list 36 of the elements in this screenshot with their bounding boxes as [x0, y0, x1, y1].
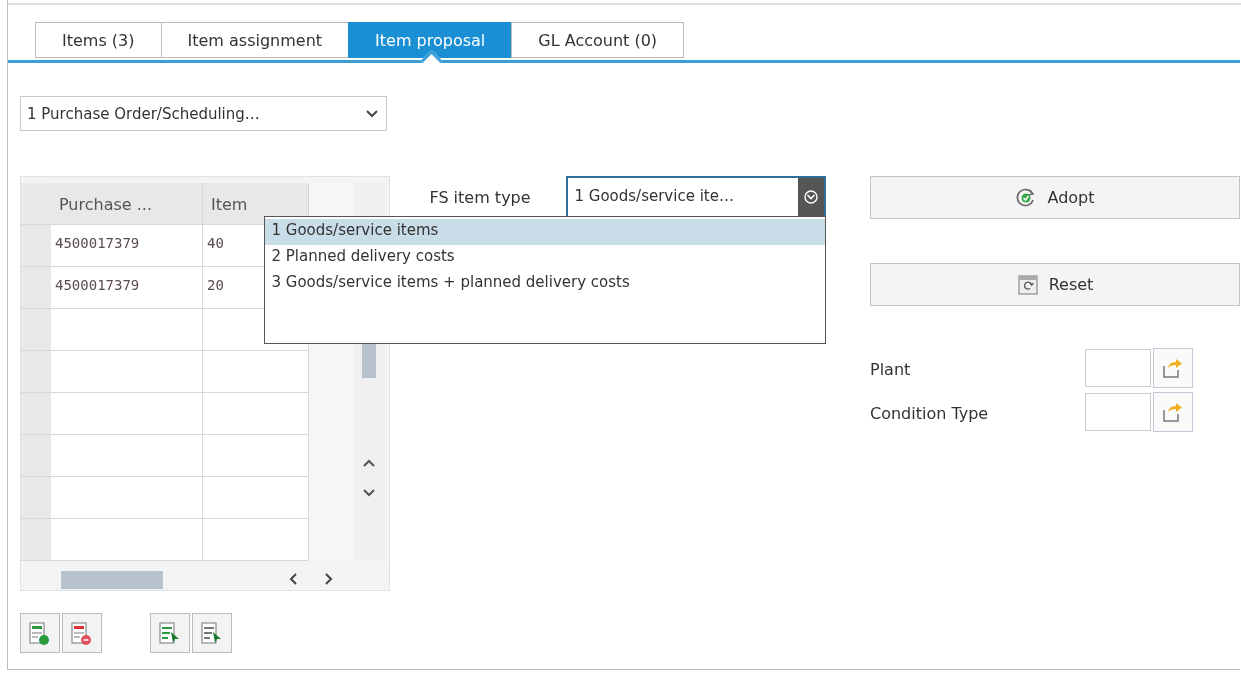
document-type-dropdown[interactable]: 1 Purchase Order/Scheduling… — [20, 96, 387, 131]
field-label: Plant — [870, 359, 912, 381]
table-row-plus-icon — [28, 620, 52, 646]
action-button[interactable]: Reset — [870, 263, 1240, 306]
scroll-left-icon[interactable] — [289, 573, 299, 585]
scroll-down-icon[interactable] — [362, 488, 376, 498]
value-help-button[interactable] — [1153, 348, 1193, 388]
dropdown-button[interactable] — [798, 178, 825, 216]
select-all-button[interactable] — [150, 613, 190, 653]
item-type-combobox[interactable]: 1 Goods/service ite… — [566, 176, 827, 218]
box-arrow-icon — [1161, 356, 1185, 380]
tab[interactable]: Item proposal — [348, 22, 512, 58]
insert-row-button[interactable] — [20, 613, 60, 653]
tab[interactable]: Item assignment — [160, 22, 349, 58]
box-arrow-icon — [1161, 400, 1185, 424]
column-header[interactable]: Purchase ... — [51, 183, 203, 225]
input-field[interactable] — [1085, 393, 1151, 431]
chevron-down-icon — [366, 109, 378, 118]
value-help-button[interactable] — [1153, 392, 1193, 432]
dropdown-option[interactable]: 1 Goods/service items — [265, 219, 826, 245]
field-label: FS item type — [428, 187, 532, 207]
table-cell: 4500017379 — [51, 225, 203, 267]
delete-row-button[interactable] — [62, 613, 102, 653]
action-button[interactable]: Adopt — [870, 176, 1240, 219]
tab[interactable]: GL Account (0) — [511, 22, 685, 58]
scroll-thumb[interactable] — [61, 571, 163, 589]
table-row-minus-icon — [70, 620, 94, 646]
table-cell: 4500017379 — [51, 267, 203, 309]
scroll-right-icon[interactable] — [323, 573, 333, 585]
tab[interactable]: Items (3) — [35, 22, 161, 58]
chevron-down-icon — [804, 190, 819, 204]
field-label: Condition Type — [870, 403, 990, 425]
input-field[interactable] — [1085, 349, 1151, 387]
scroll-up-icon[interactable] — [362, 458, 376, 468]
deselect-all-button[interactable] — [192, 613, 232, 653]
window-refresh-icon — [1016, 273, 1039, 296]
